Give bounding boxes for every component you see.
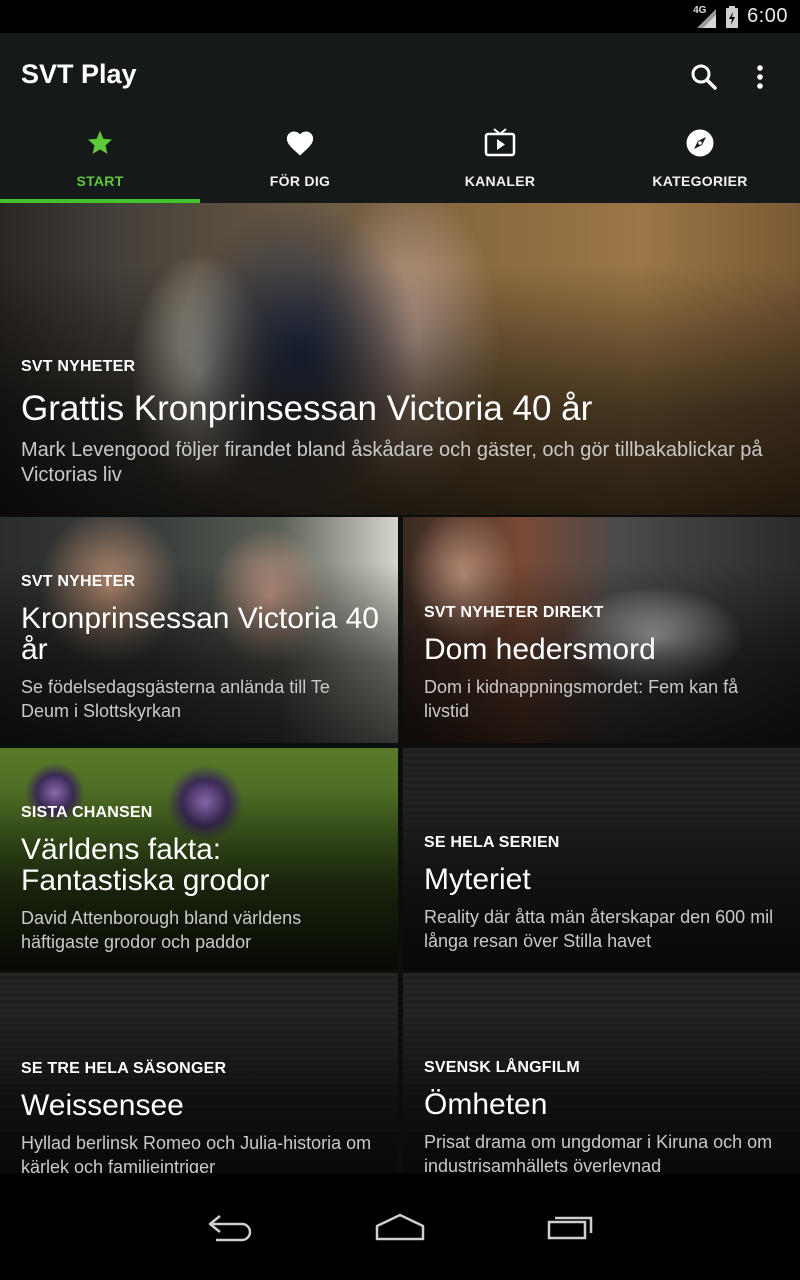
system-nav-bar	[0, 1173, 800, 1280]
home-button[interactable]	[315, 1197, 485, 1257]
more-vert-icon	[757, 65, 763, 89]
app-title: SVT Play	[21, 59, 137, 89]
tile-kicker: SVT NYHETER	[21, 573, 136, 590]
tile-kicker: SE TRE HELA SÄSONGER	[21, 1060, 227, 1077]
tile-kicker: SISTA CHANSEN	[21, 804, 153, 821]
recents-button[interactable]	[485, 1197, 655, 1257]
overflow-menu-button[interactable]	[740, 57, 780, 97]
tile-kicker: SVENSK LÅNGFILM	[424, 1059, 580, 1076]
heart-icon	[286, 131, 314, 156]
back-icon	[208, 1214, 252, 1241]
tab-label: FÖR DIG	[269, 173, 331, 189]
tile-description: Se födelsedagsgästerna anlända till Te D…	[21, 677, 330, 721]
tab-label: START	[76, 173, 124, 189]
search-icon	[691, 64, 717, 90]
star-icon	[87, 130, 113, 154]
cellular-signal-icon: 4G	[693, 5, 717, 29]
tv-icon	[484, 128, 516, 157]
tab-for-dig[interactable]: FÖR DIG	[200, 121, 400, 203]
home-icon	[375, 1213, 425, 1240]
search-button[interactable]	[684, 57, 724, 97]
tab-start[interactable]: START	[0, 121, 200, 203]
tile-description: Reality där åtta män återskapar den 600 …	[424, 907, 774, 951]
back-button[interactable]	[145, 1197, 315, 1257]
program-tile[interactable]: SVT NYHETER Kronprinsessan Victoria 40 å…	[0, 517, 398, 743]
program-tile[interactable]: SVENSK LÅNGFILM Ömheten Prisat drama om …	[403, 973, 800, 1173]
tab-label: KATEGORIER	[652, 173, 748, 189]
battery-icon	[726, 5, 739, 28]
tile-title: Myteriet	[424, 863, 531, 896]
tab-kanaler[interactable]: KANALER	[400, 121, 600, 203]
recents-icon	[547, 1216, 593, 1239]
tile-title: Weissensee	[21, 1089, 184, 1122]
tile-kicker: SE HELA SERIEN	[424, 834, 560, 851]
tile-description: Hyllad berlinsk Romeo och Julia-historia…	[21, 1133, 372, 1173]
tab-label: KANALER	[464, 173, 536, 189]
content-feed: SVT NYHETER Grattis Kronprinsessan Victo…	[0, 203, 800, 1173]
app-bar: SVT Play START FÖR DIG KANALER KATEGORIE…	[0, 33, 800, 203]
tile-description: Prisat drama om ungdomar i Kiruna och om…	[424, 1132, 773, 1173]
program-tile[interactable]: SVT NYHETER DIREKT Dom hedersmord Dom i …	[403, 517, 800, 743]
tile-kicker: SVT NYHETER	[21, 358, 136, 375]
tile-title: Kronprinsessan Victoria 40 år	[21, 602, 379, 666]
featured-tile[interactable]: SVT NYHETER Grattis Kronprinsessan Victo…	[0, 203, 800, 515]
program-tile[interactable]: SISTA CHANSEN Världens fakta: Fantastisk…	[0, 748, 398, 970]
status-bar: 4G 6:00	[0, 0, 800, 33]
tile-title: Grattis Kronprinsessan Victoria 40 år	[21, 389, 593, 428]
tile-title: Dom hedersmord	[424, 633, 656, 666]
program-tile[interactable]: SE HELA SERIEN Myteriet Reality där åtta…	[403, 748, 800, 970]
tab-bar: START FÖR DIG KANALER KATEGORIER	[0, 121, 800, 203]
tile-description: David Attenborough bland världens häftig…	[21, 908, 302, 952]
compass-icon	[686, 129, 714, 157]
program-tile[interactable]: SE TRE HELA SÄSONGER Weissensee Hyllad b…	[0, 973, 398, 1173]
tile-kicker: SVT NYHETER DIREKT	[424, 604, 604, 621]
tab-kategorier[interactable]: KATEGORIER	[600, 121, 800, 203]
tile-description: Mark Levengood följer firandet bland åsk…	[21, 439, 763, 486]
tile-description: Dom i kidnappningsmordet: Fem kan få liv…	[424, 677, 739, 721]
tile-title: Ömheten	[424, 1088, 548, 1121]
clock: 6:00	[747, 5, 788, 27]
tile-title: Världens fakta: Fantastiska grodor	[21, 833, 270, 897]
